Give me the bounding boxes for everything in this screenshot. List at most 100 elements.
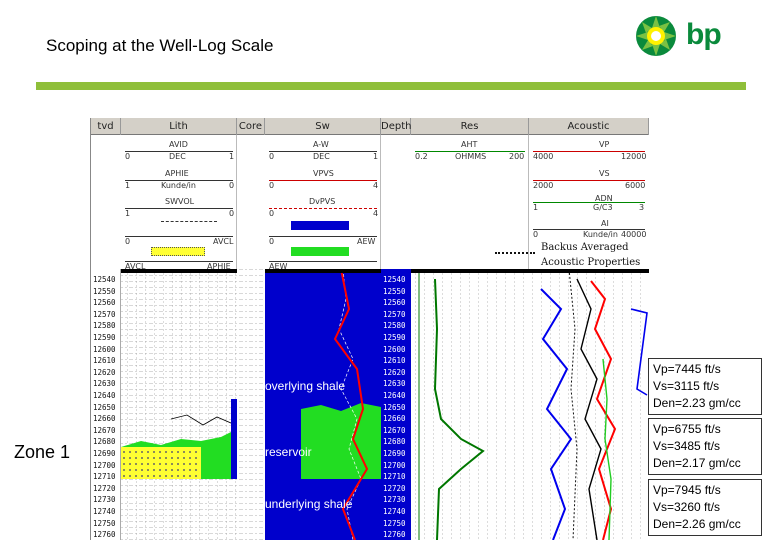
scale-max: 4 [373, 209, 379, 218]
reservoir-properties: Vp=6755 ft/s Vs=3485 ft/s Den=2.17 gm/cc [648, 418, 762, 475]
depth-tick-label: 12620 [93, 367, 116, 377]
scale-max: 6000 [625, 181, 646, 190]
curve-unit: Kunde/in [583, 230, 618, 239]
scale-line [269, 208, 377, 209]
vs-value: Vs=3260 ft/s [653, 500, 721, 514]
scale-max: 4 [373, 181, 379, 190]
tvd-depth-column: 12540 12550 12560 12570 12580 12590 12600 12610… [91, 269, 121, 540]
scale-min: 0 [125, 237, 131, 246]
depth-tick-label: 12660 [383, 414, 406, 424]
scale-max: AEW [357, 237, 376, 246]
scale-min: 0.2 [415, 152, 428, 161]
depth-tick-label: 12540 [93, 275, 116, 284]
scale-min: 1 [533, 203, 539, 212]
curve-unit: DEC [169, 152, 186, 161]
curve-name: AHT [461, 140, 478, 149]
curve-name: A-W [313, 140, 329, 149]
depth-tick-label: 12560 [93, 298, 116, 308]
header-depth: Depth [381, 118, 411, 135]
depth-tick-label: 12720 [93, 483, 116, 493]
depth-tick-label: 12640 [383, 391, 406, 400]
depth-tick-label: 12590 [383, 333, 406, 342]
den-value: Den=2.17 gm/cc [653, 456, 741, 470]
sand-fill-legend [151, 247, 205, 256]
depth-tick-label: 12750 [93, 518, 116, 528]
track-header-row: tvd Lith Core Sw Depth Res Acoustic [91, 118, 649, 135]
curve-name: SWVOL [165, 197, 195, 206]
swvol-dash-legend [161, 221, 217, 222]
depth-tick-label: 12710 [93, 472, 116, 482]
scale-min: 2000 [533, 181, 554, 190]
depth-tick-label: 12680 [383, 437, 406, 447]
scale-max: 12000 [621, 152, 647, 161]
scale-max: 3 [639, 203, 645, 212]
depth-tick-label: 12600 [383, 344, 406, 354]
curve-name: VS [599, 169, 610, 178]
depth-tick-label: 12680 [93, 437, 116, 447]
curve-name: DvPVS [309, 197, 336, 206]
header-res: Res [411, 118, 529, 135]
curve-name: VP [599, 140, 610, 149]
depth-tick-label: 12560 [383, 298, 406, 308]
scale-max: 1 [373, 152, 379, 161]
depth-tick-label: 12710 [383, 472, 406, 482]
scale-max: AVCL [213, 237, 234, 246]
depth-tick-label: 12650 [93, 402, 116, 412]
vs-value: Vs=3115 ft/s [653, 379, 720, 393]
scale-max: 0 [229, 181, 235, 190]
log-area: 12540 12550 12560 12570 12580 12590 12600 12610… [91, 268, 649, 540]
depth-tick-label: 12740 [93, 507, 116, 516]
depth-tick-label: 12730 [93, 495, 116, 505]
depth-tick-label: 12550 [383, 286, 406, 296]
scale-max: 0 [229, 209, 235, 218]
depth-tick-label: 12720 [383, 483, 406, 493]
curve-name: AVID [169, 140, 188, 149]
log-curves [91, 268, 649, 540]
header-tvd: tvd [91, 118, 121, 135]
backus-line-legend [495, 252, 535, 254]
depth-tick-label: 12630 [93, 379, 116, 389]
depth-column: 12540 12550 12560 12570 12580 12590 12600 12610… [381, 269, 411, 540]
scale-min: 1 [125, 209, 131, 218]
annotation-underlying-shale: underlying shale [265, 497, 353, 511]
depth-tick-label: 12540 [383, 275, 406, 284]
depth-tick-label: 12670 [383, 425, 406, 435]
title-rule [36, 82, 746, 90]
den-value: Den=2.23 gm/cc [653, 396, 741, 410]
backus-label-line-2: Acoustic Properties [541, 257, 641, 268]
scale-min: 0 [269, 237, 275, 246]
well-log-panel: tvd Lith Core Sw Depth Res Acoustic AVID… [90, 118, 649, 540]
depth-tick-label: 12550 [93, 286, 116, 296]
depth-tick-label: 12600 [93, 344, 116, 354]
depth-tick-label: 12610 [93, 356, 116, 366]
reservoir-green-legend [291, 247, 349, 256]
overlying-shale-properties: Vp=7445 ft/s Vs=3115 ft/s Den=2.23 gm/cc [648, 358, 762, 415]
scale-min: 0 [269, 152, 275, 161]
depth-tick-label: 12610 [383, 356, 406, 366]
scale-max: 40000 [621, 230, 647, 239]
annotation-reservoir: reservoir [265, 445, 312, 459]
curve-name: APHIE [165, 169, 189, 178]
scale-line [269, 180, 377, 181]
curve-unit: DEC [313, 152, 330, 161]
depth-tick-label: 12690 [383, 449, 406, 458]
depth-tick-label: 12660 [93, 414, 116, 424]
depth-tick-label: 12700 [93, 460, 116, 470]
scale-max: 1 [229, 152, 235, 161]
scale-min: 4000 [533, 152, 554, 161]
vp-value: Vp=7445 ft/s [653, 362, 721, 376]
depth-tick-label: 12690 [93, 449, 116, 458]
scale-line [533, 202, 645, 203]
depth-tick-label: 12620 [383, 367, 406, 377]
den-value: Den=2.26 gm/cc [653, 517, 741, 531]
sw-blue-legend [291, 221, 349, 230]
depth-tick-label: 12590 [93, 333, 116, 342]
scale-min: 1 [125, 181, 131, 190]
depth-tick-label: 12730 [383, 495, 406, 505]
underlying-shale-properties: Vp=7945 ft/s Vs=3260 ft/s Den=2.26 gm/cc [648, 479, 762, 536]
backus-label: Backus Averaged Acoustic Properties [541, 240, 640, 270]
slide-title: Scoping at the Well-Log Scale [46, 36, 274, 55]
scale-min: 0 [269, 181, 275, 190]
depth-tick-label: 12740 [383, 507, 406, 516]
curve-name: AI [601, 219, 609, 228]
